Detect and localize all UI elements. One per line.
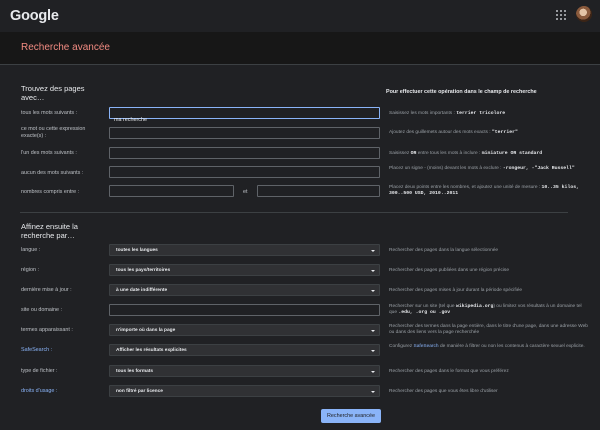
help-language: Rechercher des pages dans la langue séle… [389,248,499,253]
label-last-update: dernière mise à jour : [21,287,72,293]
language-select[interactable]: toutes les langues [109,244,380,256]
none-words-input[interactable] [109,166,380,184]
file-type-select[interactable]: tous les formats [109,365,380,377]
label-terms-appearing: termes apparaissant : [21,327,73,333]
chevron-down-icon [371,269,375,272]
number-from-input[interactable] [109,185,234,203]
usage-rights-select[interactable]: non filtré par licence [109,385,380,397]
label-site-domain: site ou domaine : [21,307,63,313]
help-file-type: Rechercher des pages dans le format que … [389,369,509,374]
label-region: région : [21,267,39,273]
label-language: langue : [21,247,41,253]
number-to-input[interactable] [257,185,380,203]
help-all-words: Saisissez les mots importants : terrier … [389,111,506,116]
exact-phrase-input[interactable] [109,127,380,145]
section-divider [20,212,568,213]
site-domain-input[interactable] [109,304,380,322]
google-logo[interactable]: Google [10,8,59,24]
page-title: Recherche avancée [21,42,110,53]
safesearch-select[interactable]: Afficher les résultats explicites [109,344,380,356]
chevron-down-icon [371,370,375,373]
exact-phrase-field[interactable] [110,135,379,145]
label-file-type: type de fichier : [21,368,58,374]
help-exact-phrase: Ajoutez des guillemets autour des mots e… [389,130,518,135]
terms-appearing-select[interactable]: n'importe où dans la page [109,324,380,336]
label-any-words: l'un des mots suivants : [21,150,77,156]
top-bar [0,0,600,32]
section-title-find: Trouvez des pages avec… [21,84,85,102]
none-words-field[interactable] [110,174,379,184]
help-none-words: Placez un signe - (moins) devant les mot… [389,166,575,171]
help-region: Rechercher des pages publiées dans une r… [389,268,509,273]
chevron-down-icon [371,249,375,252]
label-number-range: nombres compris entre : [21,189,80,195]
label-exact-phrase: ce mot ou cette expression exacte(s) : [21,126,86,139]
number-to-field[interactable] [258,193,379,203]
help-site-domain: Rechercher sur un site (tel que wikipedi… [389,304,582,316]
chevron-down-icon [371,329,375,332]
all-words-input[interactable] [109,107,380,125]
help-usage-rights: Rechercher des pages que vous êtes libre… [389,389,498,394]
label-all-words: tous les mots suivants : [21,110,78,116]
advanced-search-button[interactable]: Recherche avancée [321,409,381,423]
all-words-field[interactable] [110,115,379,125]
any-words-input[interactable] [109,147,380,165]
and-label: et [243,189,248,195]
section-title-refine: Affinez ensuite la recherche par… [21,222,78,240]
usage-rights-link[interactable]: droits d'usage : [21,388,106,395]
chevron-down-icon [371,390,375,393]
last-update-select[interactable]: à une date indifférente [109,284,380,296]
number-from-field[interactable] [110,193,233,203]
chevron-down-icon [371,349,375,352]
safesearch-help-link[interactable]: SafeSearch [414,344,439,349]
help-heading: Pour effectuer cette opération dans le c… [386,89,537,95]
chevron-down-icon [371,289,375,292]
avatar[interactable] [576,6,592,22]
any-words-field[interactable] [110,155,379,165]
help-number-range: Placez deux points entre les nombres, et… [389,185,579,197]
safesearch-link[interactable]: SafeSearch : [21,347,106,354]
help-last-update: Rechercher des pages mises à jour durant… [389,288,523,293]
label-none-words: aucun des mots suivants : [21,170,84,176]
help-terms-appearing: Rechercher des termes dans la page entiè… [389,324,588,336]
region-select[interactable]: tous les pays/territoires [109,264,380,276]
help-any-words: Saisissez OR entre tous les mots à inclu… [389,151,543,156]
apps-grid-icon[interactable] [556,10,566,20]
site-domain-field[interactable] [110,312,379,322]
help-safesearch: Configurez SafeSearch de manière à filtr… [389,344,585,349]
